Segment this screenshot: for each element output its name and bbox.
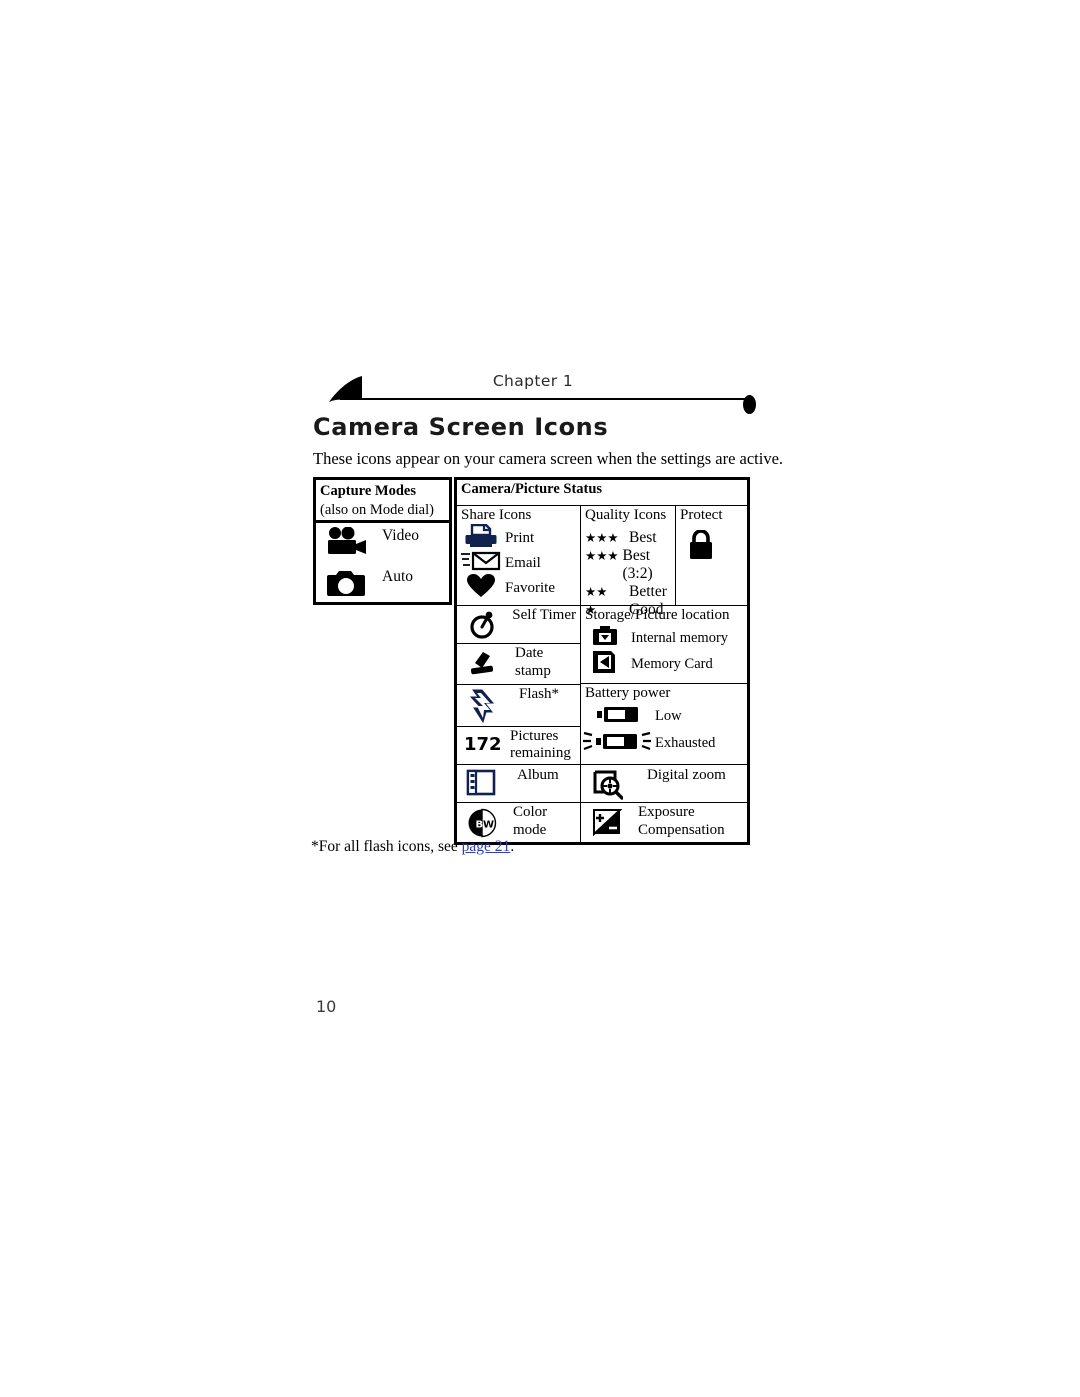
still-camera-icon: [326, 568, 370, 603]
pictures-remaining-label-line1: Pictures: [510, 728, 559, 744]
album-cell: Album: [457, 765, 581, 802]
quality-label-best: Best: [629, 529, 657, 546]
flash-cell: Flash*: [457, 685, 580, 727]
quality-row-best: ★★★ Best: [585, 529, 675, 547]
svg-text:B: B: [476, 820, 484, 831]
exposure-compensation-icon: [592, 808, 623, 841]
share-label-favorite: Favorite: [505, 579, 555, 596]
quality-icons-cell: Quality Icons ★★★ Best ★★★ Best (3:2) ★★: [581, 506, 676, 618]
status-row-album-zoom: Album Digital zoom: [457, 765, 747, 803]
digital-zoom-icon: [593, 770, 624, 805]
svg-text:W: W: [483, 820, 494, 831]
share-label-print: Print: [505, 529, 535, 546]
album-label: Album: [517, 767, 559, 783]
capture-mode-label-video: Video: [382, 527, 419, 544]
quality-stars-best32: ★★★: [585, 548, 619, 563]
protect-heading: Protect: [680, 507, 723, 523]
capture-modes-box: Capture Modes (also on Mode dial) Video: [313, 477, 452, 605]
intro-paragraph: These icons appear on your camera screen…: [313, 449, 784, 468]
storage-item-internal: Internal memory: [581, 625, 747, 651]
header-dot-icon: [743, 395, 756, 414]
memory-card-icon: [591, 649, 631, 680]
share-item-print: Print: [457, 523, 580, 553]
protect-cell: Protect: [676, 506, 747, 605]
page-number: 10: [316, 997, 337, 1016]
digital-zoom-cell: Digital zoom: [581, 765, 747, 802]
status-row-color-exposure: B W Color mode Exposure Compensation: [457, 803, 747, 842]
battery-exhausted-icon: [583, 730, 655, 757]
exposure-label-line2: Compensation: [638, 822, 725, 838]
footnote: *For all flash icons, see page 21.: [311, 838, 514, 856]
footnote-suffix: .: [510, 838, 515, 855]
digital-zoom-label: Digital zoom: [647, 767, 726, 783]
quality-row-better: ★★ Better: [585, 583, 675, 601]
quality-stars-best: ★★★: [585, 530, 619, 545]
capture-mode-row-auto: Auto: [316, 564, 449, 605]
date-stamp-label-line2: stamp: [515, 663, 551, 679]
padlock-icon: [676, 525, 747, 565]
share-item-email: Email: [457, 551, 580, 576]
battery-cell: Battery power Low Exhausted: [581, 684, 747, 762]
pictures-remaining-label-line2: remaining: [510, 745, 571, 761]
quality-stars-better: ★★: [585, 584, 608, 599]
storage-battery-column: Storage/Picture location Internal memory…: [581, 606, 747, 764]
footnote-page-link[interactable]: page 21: [462, 838, 511, 855]
status-row-timer-storage: Self Timer Date stamp Flash* 172 Picture…: [457, 606, 747, 765]
storage-label-internal: Internal memory: [631, 629, 729, 646]
self-timer-cell: Self Timer: [457, 606, 580, 644]
share-icons-cell: Share Icons Print Email Favorite: [457, 506, 581, 605]
date-stamp-icon: [469, 651, 499, 682]
flash-label: Flash*: [519, 686, 560, 702]
capture-mode-row-video: Video: [316, 523, 449, 564]
status-row-share-quality-protect: Share Icons Print Email Favorite Quality…: [457, 506, 747, 618]
capture-modes-subtitle: (also on Mode dial): [320, 502, 434, 518]
storage-item-card: Memory Card: [581, 649, 747, 680]
color-mode-label-line1: Color: [513, 804, 548, 820]
chapter-header: Chapter 1: [313, 372, 756, 414]
storage-cell: Storage/Picture location Internal memory…: [581, 606, 747, 684]
share-item-favorite: Favorite: [457, 573, 580, 603]
quality-icons-heading: Quality Icons: [585, 507, 667, 523]
album-icon: [466, 769, 496, 802]
storage-heading: Storage/Picture location: [585, 607, 730, 623]
printer-icon: [457, 523, 505, 553]
capture-modes-header: Capture Modes (also on Mode dial): [316, 480, 449, 523]
heart-icon: [457, 573, 505, 603]
exposure-label-line1: Exposure: [638, 804, 695, 820]
storage-label-card: Memory Card: [631, 655, 713, 672]
camera-picture-status-box: Camera/Picture Status Share Icons Print …: [454, 477, 750, 845]
quality-label-best32: Best (3:2): [622, 547, 653, 582]
date-stamp-cell: Date stamp: [457, 644, 580, 685]
color-mode-cell: B W Color mode: [457, 803, 581, 842]
pictures-remaining-value: 172: [464, 734, 502, 755]
quality-label-better: Better: [629, 583, 667, 600]
color-mode-label-line2: mode: [513, 822, 547, 838]
flash-icon: [469, 689, 497, 728]
self-timer-label: Self Timer: [512, 607, 576, 623]
chapter-label: Chapter 1: [492, 372, 574, 390]
pictures-remaining-cell: 172 Pictures remaining: [457, 727, 580, 764]
quality-row-best32: ★★★ Best (3:2): [585, 547, 675, 583]
footnote-prefix: *For all flash icons, see: [311, 838, 462, 855]
self-timer-icon: [469, 611, 497, 644]
exposure-compensation-cell: Exposure Compensation: [581, 803, 747, 842]
battery-label-low: Low: [655, 708, 682, 724]
share-label-email: Email: [505, 555, 541, 571]
video-camera-icon: [326, 526, 370, 562]
page-title: Camera Screen Icons: [313, 413, 609, 441]
timer-stamp-column: Self Timer Date stamp Flash* 172 Picture…: [457, 606, 581, 764]
header-rule: [340, 398, 748, 400]
capture-mode-label-auto: Auto: [382, 568, 413, 585]
capture-modes-title: Capture Modes: [320, 483, 416, 499]
battery-item-exhausted: Exhausted: [581, 730, 747, 757]
battery-item-low: Low: [581, 703, 747, 730]
date-stamp-label-line1: Date: [515, 645, 544, 661]
battery-label-exhausted: Exhausted: [655, 735, 716, 751]
battery-low-icon: [597, 704, 655, 729]
share-icons-heading: Share Icons: [461, 507, 532, 523]
camera-picture-status-title: Camera/Picture Status: [457, 480, 747, 506]
battery-heading: Battery power: [585, 685, 671, 701]
manual-page: Chapter 1 Camera Screen Icons These icon…: [0, 0, 1080, 1397]
